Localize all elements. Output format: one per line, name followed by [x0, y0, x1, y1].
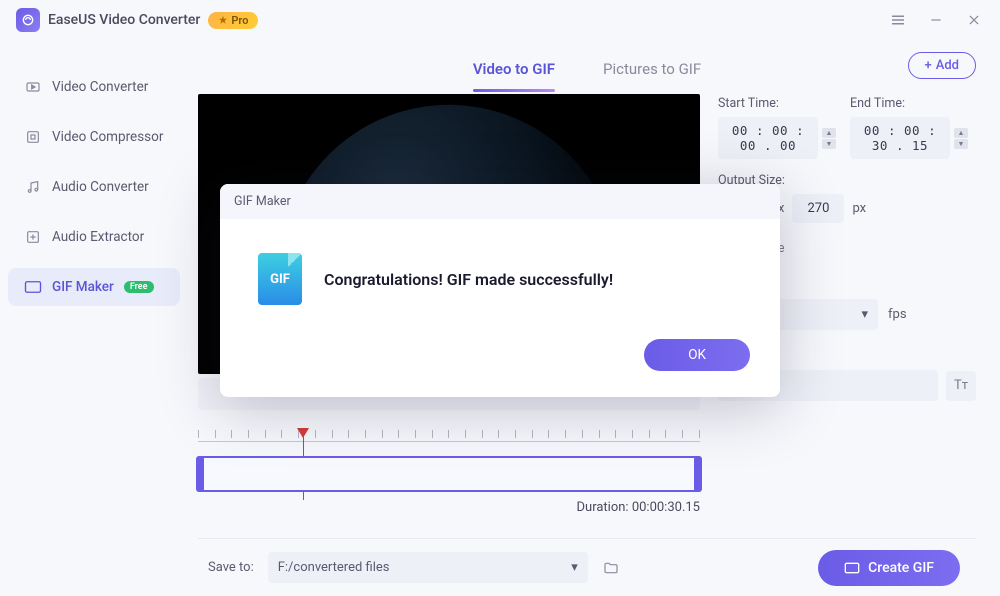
footer: Save to: F:/convertered files ▾ Create G… [198, 538, 976, 596]
sidebar-item-label: Audio Extractor [52, 229, 144, 245]
sidebar-item-video-compressor[interactable]: Video Compressor [8, 118, 180, 156]
px-unit: px [852, 201, 866, 216]
app-title: EaseUS Video Converter [48, 12, 200, 28]
timeline: Duration: 00:00:30.15 [198, 430, 700, 515]
text-style-button[interactable]: Tт [946, 371, 976, 401]
playhead[interactable] [303, 428, 309, 438]
gif-file-icon: GIF [258, 253, 302, 305]
tab-pictures-to-gif[interactable]: Pictures to GIF [603, 54, 701, 84]
duration-label: Duration: [577, 500, 629, 515]
sidebar-item-audio-extractor[interactable]: Audio Extractor [8, 218, 180, 256]
sidebar-item-video-converter[interactable]: Video Converter [8, 68, 180, 106]
timeline-ruler[interactable] [198, 430, 700, 450]
modal-message: Congratulations! GIF made successfully! [324, 270, 613, 289]
pro-label: Pro [231, 14, 248, 27]
tab-video-to-gif[interactable]: Video to GIF [473, 54, 555, 84]
audio-converter-icon [24, 178, 42, 196]
free-badge: Free [124, 281, 154, 293]
range-selector[interactable] [198, 456, 700, 492]
add-button[interactable]: + Add [908, 52, 977, 79]
chevron-down-icon: ▾ [571, 560, 578, 575]
titlebar: EaseUS Video Converter Pro [0, 0, 1000, 40]
start-time-up[interactable]: ▲ [822, 128, 836, 138]
save-path-select[interactable]: F:/convertered files ▾ [268, 552, 588, 583]
save-to-label: Save to: [208, 560, 254, 575]
titlebar-left: EaseUS Video Converter Pro [16, 8, 258, 32]
close-button[interactable] [964, 10, 984, 30]
start-time-label: Start Time: [718, 96, 836, 111]
video-converter-icon [24, 78, 42, 96]
modal-title: GIF Maker [220, 184, 780, 219]
sidebar-item-audio-converter[interactable]: Audio Converter [8, 168, 180, 206]
create-gif-button[interactable]: Create GIF [818, 550, 960, 586]
end-time-label: End Time: [850, 96, 968, 111]
sidebar-item-gif-maker[interactable]: GIF Maker Free [8, 268, 180, 306]
duration-value: 00:00:30.15 [632, 500, 700, 515]
chevron-down-icon: ▾ [861, 307, 868, 322]
duration-row: Duration: 00:00:30.15 [198, 500, 700, 515]
sidebar-item-label: GIF Maker [52, 279, 114, 295]
app-logo-icon [16, 8, 40, 32]
start-time-down[interactable]: ▼ [822, 139, 836, 149]
sidebar-item-label: Video Converter [52, 79, 148, 95]
video-compressor-icon [24, 128, 42, 146]
fps-unit: fps [888, 307, 907, 322]
range-handle-start[interactable] [196, 456, 204, 492]
create-gif-label: Create GIF [868, 560, 934, 576]
titlebar-controls [888, 10, 984, 30]
ok-button[interactable]: OK [644, 339, 750, 371]
end-time-up[interactable]: ▲ [954, 128, 968, 138]
range-handle-end[interactable] [694, 456, 702, 492]
plus-icon: + [925, 58, 932, 73]
tabs-row: Video to GIF Pictures to GIF + Add [198, 44, 976, 94]
gif-maker-icon [24, 278, 42, 296]
start-time-input[interactable]: 00 : 00 : 00 . 00 [718, 117, 818, 159]
save-path-value: F:/convertered files [278, 560, 390, 575]
pro-badge: Pro [208, 12, 258, 29]
success-modal: GIF Maker GIF Congratulations! GIF made … [220, 184, 780, 397]
audio-extractor-icon [24, 228, 42, 246]
end-time-down[interactable]: ▼ [954, 139, 968, 149]
output-height-input[interactable]: 270 [792, 194, 844, 223]
open-folder-button[interactable] [596, 553, 626, 583]
add-label: Add [936, 58, 959, 73]
minimize-button[interactable] [926, 10, 946, 30]
menu-icon[interactable] [888, 10, 908, 30]
sidebar: Video Converter Video Compressor Audio C… [0, 40, 188, 596]
end-time-input[interactable]: 00 : 00 : 30 . 15 [850, 117, 950, 159]
sidebar-item-label: Audio Converter [52, 179, 149, 195]
sidebar-item-label: Video Compressor [52, 129, 163, 145]
